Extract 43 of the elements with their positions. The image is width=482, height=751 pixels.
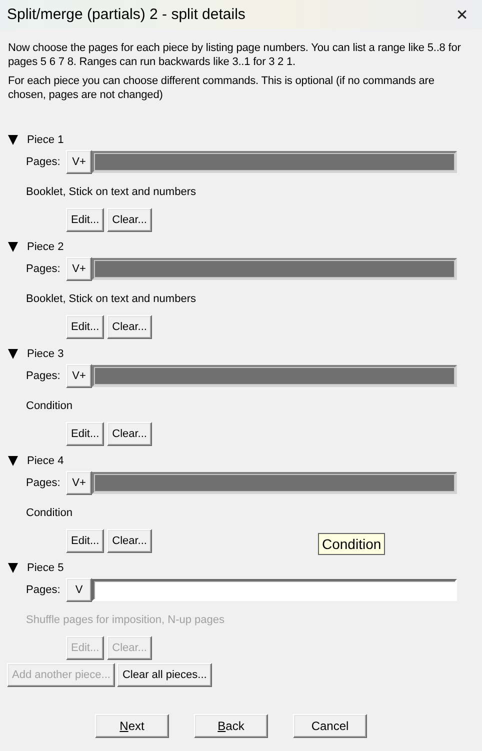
piece-title: Piece 1 xyxy=(27,134,64,146)
edit-button[interactable]: Edit... xyxy=(66,208,104,232)
pages-field[interactable] xyxy=(92,365,457,387)
pages-label: Pages: xyxy=(26,263,62,275)
view-pages-button[interactable]: V+ xyxy=(66,257,92,281)
collapse-triangle-icon[interactable] xyxy=(8,348,18,358)
instruction-text: For each piece you can choose different commands. This is optional (if no commands are chosen, pages are not changed) xyxy=(8,74,436,102)
collapse-triangle-icon[interactable] xyxy=(8,242,18,252)
piece-title: Piece 3 xyxy=(27,348,64,360)
edit-button[interactable]: Edit... xyxy=(66,529,104,553)
view-pages-button[interactable]: V+ xyxy=(66,150,92,174)
pages-label: Pages: xyxy=(26,156,62,168)
clear-button[interactable]: Clear... xyxy=(107,208,152,232)
pages-label: Pages: xyxy=(26,584,62,596)
instruction-text: Now choose the pages for each piece by listing page numbers. You can list a range like 5..8 for pages 5 6 7 8. Ranges can run backwards like 3..1 for 3 2 1. xyxy=(8,41,462,69)
commands-summary: Condition xyxy=(25,399,74,414)
pages-field[interactable] xyxy=(92,472,457,494)
commands-summary: Shuffle pages for imposition, N-up pages xyxy=(25,613,226,628)
pages-field[interactable] xyxy=(92,258,457,280)
commands-summary: Booklet, Stick on text and numbers xyxy=(25,292,197,307)
window-title: Split/merge (partials) 2 - split details xyxy=(7,6,246,23)
clear-button[interactable]: Clear... xyxy=(107,315,152,339)
back-button[interactable]: Back xyxy=(194,714,268,738)
piece-title: Piece 5 xyxy=(27,562,64,574)
cancel-button[interactable]: Cancel xyxy=(293,714,367,738)
commands-summary: Booklet, Stick on text and numbers xyxy=(25,185,197,200)
collapse-triangle-icon[interactable] xyxy=(8,456,18,466)
edit-button[interactable]: Edit... xyxy=(66,422,104,446)
clear-button[interactable]: Clear... xyxy=(107,529,152,553)
commands-summary: Condition xyxy=(25,506,74,521)
view-pages-button[interactable]: V+ xyxy=(66,471,92,495)
clear-all-button[interactable]: Clear all pieces... xyxy=(117,663,212,687)
pages-field[interactable] xyxy=(92,151,457,173)
piece-title: Piece 4 xyxy=(27,454,64,466)
edit-button[interactable]: Edit... xyxy=(66,315,104,339)
next-button[interactable]: Next xyxy=(95,714,169,738)
pages-label: Pages: xyxy=(26,477,62,489)
tooltip: Condition xyxy=(318,533,386,555)
view-pages-button[interactable]: V+ xyxy=(66,364,92,388)
pages-label: Pages: xyxy=(26,370,62,382)
collapse-triangle-icon[interactable] xyxy=(8,134,18,144)
piece-title: Piece 2 xyxy=(27,240,64,252)
clear-button[interactable]: Clear... xyxy=(107,422,152,446)
